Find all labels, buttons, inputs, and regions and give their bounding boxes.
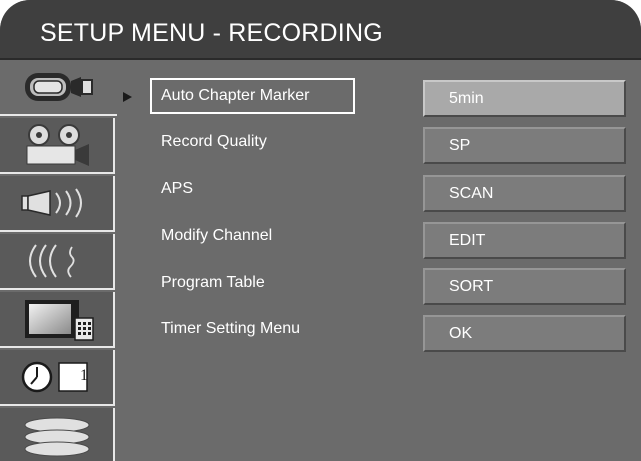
disc-stack-icon — [17, 415, 97, 461]
camcorder-icon — [19, 67, 99, 107]
menu-item-modify-channel[interactable]: Modify Channel — [161, 227, 272, 245]
setup-menu-panel: SETUP MENU - RECORDING 1 Auto Chapter Ma… — [0, 0, 641, 461]
value-timer-setting-menu[interactable]: OK — [423, 315, 626, 352]
category-sidebar: 1 — [0, 60, 117, 461]
signal-waves-icon — [14, 239, 100, 283]
page-title: SETUP MENU - RECORDING — [40, 19, 383, 47]
value-modify-channel[interactable]: EDIT — [423, 222, 626, 259]
menu-item-auto-chapter-marker[interactable]: Auto Chapter Marker — [150, 78, 355, 114]
sidebar-item-signal[interactable] — [0, 234, 115, 290]
clock-badge: 1 — [80, 367, 88, 384]
sidebar-item-recording[interactable] — [0, 60, 117, 116]
title-bar: SETUP MENU - RECORDING — [0, 0, 641, 60]
value-auto-chapter-marker[interactable]: 5min — [423, 80, 626, 117]
value-record-quality[interactable]: SP — [423, 127, 626, 164]
value-aps[interactable]: SCAN — [423, 175, 626, 212]
sidebar-item-display[interactable] — [0, 292, 115, 348]
value-program-table[interactable]: SORT — [423, 268, 626, 305]
speaker-icon — [14, 185, 100, 221]
selection-arrow-icon — [123, 92, 132, 102]
menu-item-record-quality[interactable]: Record Quality — [161, 133, 267, 151]
menu-item-timer-setting-menu[interactable]: Timer Setting Menu — [161, 320, 300, 338]
menu-item-program-table[interactable]: Program Table — [161, 274, 265, 292]
sidebar-item-audio[interactable] — [0, 176, 115, 232]
menu-item-aps[interactable]: APS — [161, 180, 193, 198]
sidebar-item-playback[interactable] — [0, 118, 115, 174]
sidebar-item-timer[interactable]: 1 — [0, 350, 115, 406]
sidebar-item-disc[interactable] — [0, 408, 115, 461]
tv-remote-icon — [15, 296, 99, 342]
film-camera-icon — [17, 122, 97, 168]
